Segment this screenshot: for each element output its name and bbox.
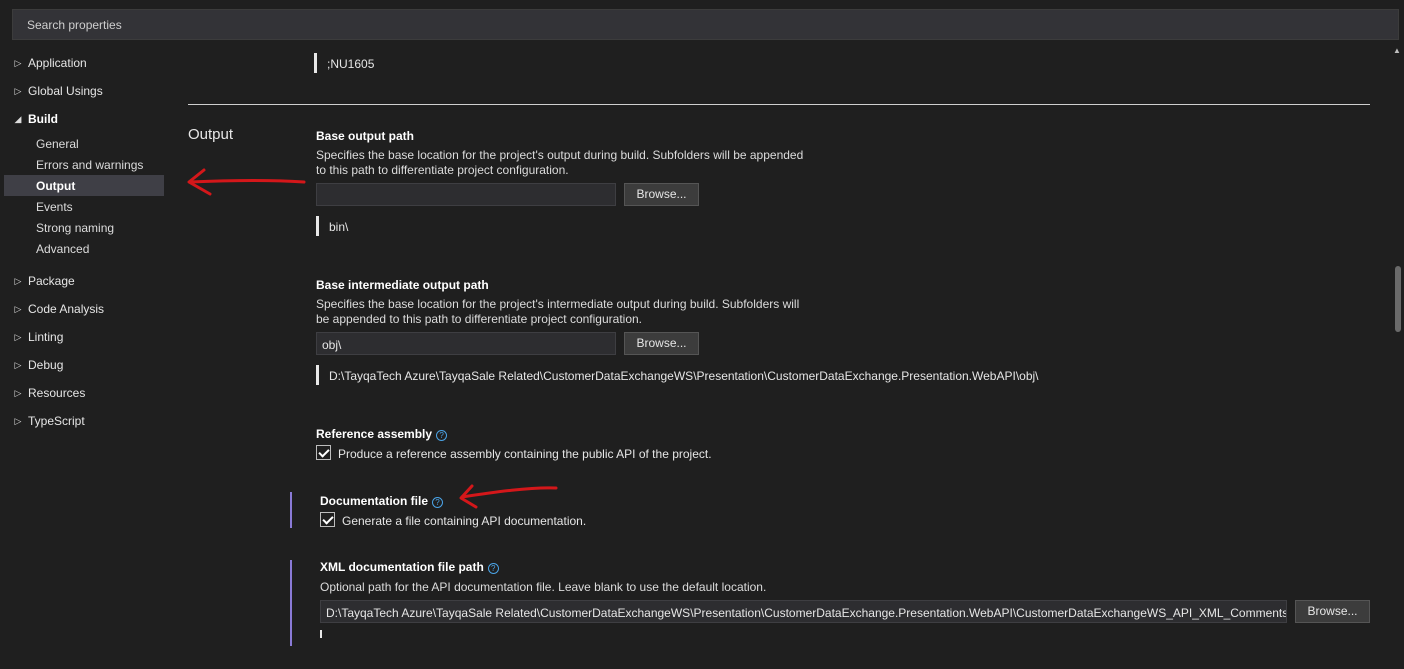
value-indicator-bar <box>314 53 317 73</box>
xml-doc-path-input[interactable]: D:\TayqaTech Azure\TayqaSale Related\Cus… <box>320 600 1287 623</box>
help-icon[interactable]: ? <box>432 497 444 508</box>
sidebar-item-package[interactable]: ▷ Package <box>0 271 164 291</box>
sidebar-item-label: Linting <box>28 330 64 344</box>
value-indicator-bar <box>316 365 319 385</box>
base-intermediate-path-desc-line2: be appended to this path to differentiat… <box>316 312 643 326</box>
help-icon[interactable]: ? <box>436 430 448 441</box>
section-divider <box>188 104 1370 105</box>
section-title: Output <box>188 126 234 143</box>
base-intermediate-path-title: Base intermediate output path <box>316 278 489 292</box>
sidebar-subitem-label: Events <box>36 199 73 214</box>
expand-icon: ▷ <box>14 387 22 398</box>
expand-icon: ▷ <box>14 85 22 96</box>
expand-icon: ▷ <box>14 359 22 370</box>
xml-doc-path-focus-bar <box>290 560 292 646</box>
sidebar-subitem-general[interactable]: General <box>4 133 164 154</box>
sidebar-item-code-analysis[interactable]: ▷ Code Analysis <box>0 299 164 319</box>
xml-doc-path-resolved-indicator <box>320 630 322 638</box>
base-output-path-desc-line2: to this path to differentiate project co… <box>316 163 569 177</box>
expand-icon: ▷ <box>14 57 22 68</box>
vertical-scrollbar[interactable]: ▲ <box>1390 40 1404 669</box>
xml-doc-path-title: XML documentation file path? <box>320 560 499 574</box>
base-output-path-input[interactable] <box>316 183 616 206</box>
sidebar-subitem-label: Advanced <box>36 241 90 256</box>
expand-icon: ▷ <box>14 415 22 426</box>
sidebar-subitem-output[interactable]: Output <box>4 175 164 196</box>
sidebar-item-application[interactable]: ▷ Application <box>0 53 164 73</box>
scrollbar-thumb[interactable] <box>1395 266 1401 332</box>
search-placeholder: Search properties <box>27 18 122 32</box>
sidebar-item-label: Resources <box>28 386 86 400</box>
xml-doc-path-title-text: XML documentation file path <box>320 560 484 574</box>
xml-doc-path-desc: Optional path for the API documentation … <box>320 580 767 594</box>
properties-main-panel: ;NU1605 Output Base output path Specifie… <box>168 40 1390 669</box>
search-properties-input[interactable]: Search properties <box>12 9 1399 40</box>
expand-icon: ▷ <box>14 303 22 314</box>
reference-assembly-checkbox-label: Produce a reference assembly containing … <box>338 447 712 461</box>
reference-assembly-title-text: Reference assembly <box>316 427 433 441</box>
base-intermediate-path-desc-line1: Specifies the base location for the proj… <box>316 297 800 311</box>
sidebar-subitem-errors-and-warnings[interactable]: Errors and warnings <box>4 154 164 175</box>
sidebar-item-debug[interactable]: ▷ Debug <box>0 355 164 375</box>
sidebar-item-label: Build <box>28 112 58 126</box>
sidebar-item-build[interactable]: ◢ Build <box>0 109 164 129</box>
documentation-file-checkbox[interactable] <box>320 512 335 527</box>
expand-icon: ▷ <box>14 331 22 342</box>
base-output-browse-button[interactable]: Browse... <box>624 183 699 206</box>
sidebar-subitem-label: Errors and warnings <box>36 157 144 172</box>
sidebar-item-label: Package <box>28 274 75 288</box>
previous-value-text: ;NU1605 <box>327 57 375 71</box>
documentation-file-title-text: Documentation file <box>320 494 429 508</box>
sidebar-item-label: Debug <box>28 358 64 372</box>
sidebar-item-typescript[interactable]: ▷ TypeScript <box>0 411 164 431</box>
xml-doc-path-browse-button[interactable]: Browse... <box>1295 600 1370 623</box>
sidebar-subitem-events[interactable]: Events <box>4 196 164 217</box>
documentation-file-focus-bar <box>290 492 292 528</box>
reference-assembly-checkbox[interactable] <box>316 445 331 460</box>
sidebar-item-global-usings[interactable]: ▷ Global Usings <box>0 81 164 101</box>
sidebar-item-resources[interactable]: ▷ Resources <box>0 383 164 403</box>
sidebar-item-label: Application <box>28 56 87 70</box>
base-intermediate-path-input[interactable]: obj\ <box>316 332 616 355</box>
expand-icon: ▷ <box>14 275 22 286</box>
base-intermediate-resolved-text: D:\TayqaTech Azure\TayqaSale Related\Cus… <box>329 369 1039 383</box>
sidebar-item-label: Global Usings <box>28 84 103 98</box>
sidebar-subitem-label: Output <box>36 178 76 193</box>
reference-assembly-title: Reference assembly? <box>316 427 448 441</box>
help-icon[interactable]: ? <box>487 563 499 574</box>
base-output-path-desc-line1: Specifies the base location for the proj… <box>316 148 804 162</box>
base-intermediate-browse-button[interactable]: Browse... <box>624 332 699 355</box>
base-output-resolved-text: bin\ <box>329 220 349 234</box>
documentation-file-checkbox-label: Generate a file containing API documenta… <box>342 514 587 528</box>
scroll-up-arrow-icon[interactable]: ▲ <box>1393 46 1401 55</box>
value-indicator-bar <box>316 216 319 236</box>
sidebar-subitem-advanced[interactable]: Advanced <box>4 238 164 259</box>
sidebar-subitem-label: Strong naming <box>36 220 115 235</box>
sidebar: ▷ Application ▷ Global Usings ◢ Build Ge… <box>0 48 168 669</box>
base-output-path-title: Base output path <box>316 129 414 143</box>
sidebar-subitem-label: General <box>36 136 79 151</box>
collapse-icon: ◢ <box>14 113 22 124</box>
sidebar-subitem-strong-naming[interactable]: Strong naming <box>4 217 164 238</box>
sidebar-item-label: TypeScript <box>28 414 85 428</box>
sidebar-item-linting[interactable]: ▷ Linting <box>0 327 164 347</box>
documentation-file-title: Documentation file? <box>320 494 444 508</box>
sidebar-item-label: Code Analysis <box>28 302 105 316</box>
